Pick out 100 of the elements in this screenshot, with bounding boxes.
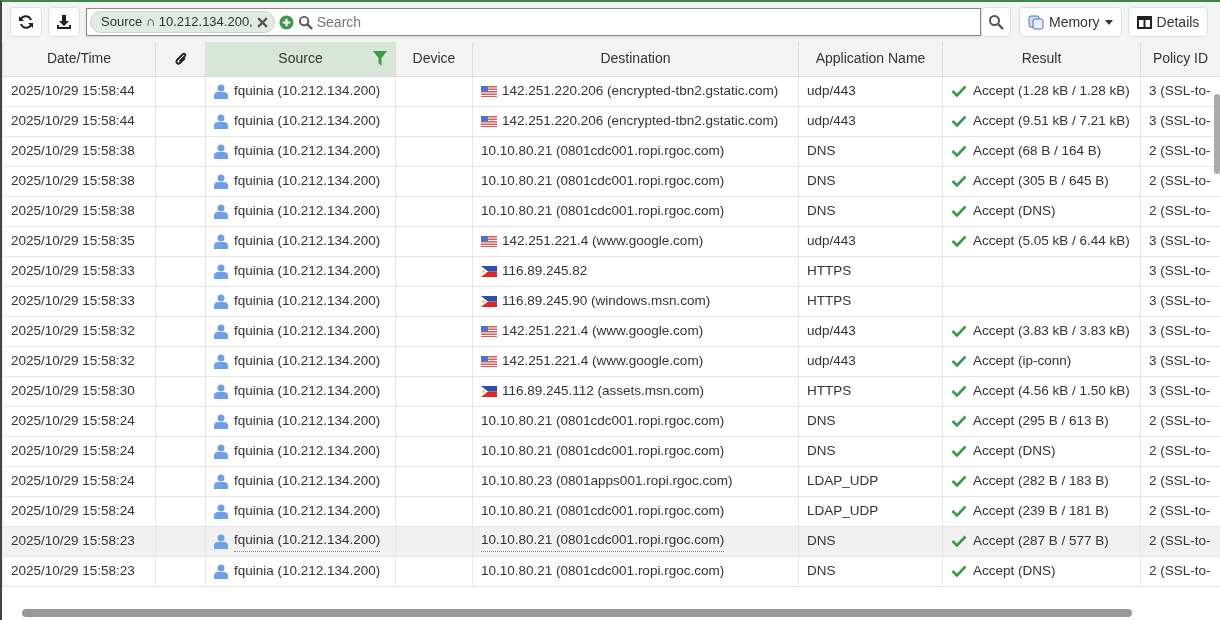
table-cell: 2025/10/29 15:58:23 xyxy=(11,562,135,578)
user-icon xyxy=(214,263,228,279)
user-icon xyxy=(214,293,228,309)
table-cell-text: Accept (287 B / 577 B) xyxy=(973,531,1109,550)
check-icon xyxy=(951,475,967,487)
filter-chip-label: Source ∩ 10.212.134.200, xyxy=(101,13,253,32)
table-cell: 2 (SSL-to- xyxy=(1149,142,1211,158)
table-row[interactable]: 2025/10/29 15:58:44 fquinia (10.212.134.200) 142.251.220.206 (encrypted-tbn2.gstatic.com) udp/443 Accept (1.28 kB / 1.28 kB) 3 (SSL-to- xyxy=(2,76,1220,106)
table-row[interactable]: 2025/10/29 15:58:32 fquinia (10.212.134.200) 142.251.221.4 (www.google.com) udp/443 Accept (3.83 kB / 3.83 kB) 3 (SSL-to- xyxy=(2,316,1220,346)
striped-flag-icon xyxy=(481,85,497,97)
table-cell-text: Accept (3.83 kB / 3.83 kB) xyxy=(973,321,1130,340)
table-row[interactable]: 2025/10/29 15:58:24 fquinia (10.212.134.200) 10.10.80.23 (0801apps001.ropi.rgoc.com) LDAP_UDP Accept (282 B / 183 B) 2 (SSL-to- xyxy=(2,466,1220,496)
table-cell: 2025/10/29 15:58:33 xyxy=(11,292,135,308)
table-cell: 2025/10/29 15:58:24 xyxy=(11,502,135,518)
user-icon xyxy=(214,83,228,99)
table-cell: 2025/10/29 15:58:38 xyxy=(11,172,135,188)
close-icon[interactable] xyxy=(256,16,268,28)
table-cell: 2025/10/29 15:58:32 xyxy=(11,322,135,338)
table-cell: DNS xyxy=(807,532,836,548)
table-row[interactable]: 2025/10/29 15:58:30 fquinia (10.212.134.200) 116.89.245.112 (assets.msn.com) HTTPS Accept (4.56 kB / 1.50 kB) 3 (SSL-to- xyxy=(2,376,1220,406)
filter-icon[interactable] xyxy=(373,51,387,66)
table-cell-text: Accept (305 B / 645 B) xyxy=(973,171,1109,190)
vertical-scrollbar[interactable] xyxy=(1214,94,1220,174)
details-button[interactable]: Details xyxy=(1127,7,1209,37)
filter-chip[interactable]: Source ∩ 10.212.134.200, xyxy=(90,11,275,33)
check-icon xyxy=(951,85,967,97)
table-cell: udp/443 xyxy=(807,112,856,128)
user-icon xyxy=(214,563,228,579)
table-cell[interactable]: 116.89.245.82 xyxy=(502,260,588,282)
add-filter-icon[interactable] xyxy=(278,14,294,30)
user-icon xyxy=(214,533,228,549)
table-row[interactable]: 2025/10/29 15:58:24 fquinia (10.212.134.200) 10.10.80.21 (0801cdc001.ropi.rgoc.com) DNS Accept (DNS) 2 (SSL-to- xyxy=(2,436,1220,466)
striped-flag-icon xyxy=(481,115,497,127)
column-header[interactable]: Source xyxy=(278,50,323,67)
search-field[interactable]: Source ∩ 10.212.134.200, Search xyxy=(86,8,981,36)
table-cell: DNS xyxy=(807,562,836,578)
memory-button[interactable]: Memory xyxy=(1019,7,1122,37)
table-cell: LDAP_UDP xyxy=(807,502,879,518)
column-header[interactable]: Result xyxy=(1021,50,1062,67)
user-icon xyxy=(214,113,228,129)
table-row[interactable]: 2025/10/29 15:58:33 fquinia (10.212.134.200) 116.89.245.82 HTTPS 3 (SSL-to- xyxy=(2,256,1220,286)
caret-icon xyxy=(1104,19,1113,25)
check-icon xyxy=(951,145,967,157)
table-cell: udp/443 xyxy=(807,232,856,248)
table-cell: 2 (SSL-to- xyxy=(1149,202,1211,218)
column-header[interactable]: Destination xyxy=(600,50,671,67)
table-cell: 3 (SSL-to- xyxy=(1149,82,1211,98)
table-row[interactable]: 2025/10/29 15:58:24 fquinia (10.212.134.200) 10.10.80.21 (0801cdc001.ropi.rgoc.com) LDAP_UDP Accept (239 B / 181 B) 2 (SSL-to- xyxy=(2,496,1220,526)
table-cell: 2 (SSL-to- xyxy=(1149,472,1211,488)
user-icon xyxy=(214,323,228,339)
search-icon xyxy=(297,14,313,30)
user-icon xyxy=(214,503,228,519)
table-row[interactable]: 2025/10/29 15:58:35 fquinia (10.212.134.200) 142.251.221.4 (www.google.com) udp/443 Accept (5.05 kB / 6.44 kB) 3 (SSL-to- xyxy=(2,226,1220,256)
table-row[interactable]: 2025/10/29 15:58:23 fquinia (10.212.134.200) 10.10.80.21 (0801cdc001.ropi.rgoc.com) DNS Accept (DNS) 2 (SSL-to- xyxy=(2,556,1220,586)
table-cell: 3 (SSL-to- xyxy=(1149,292,1211,308)
horizontal-scrollbar[interactable] xyxy=(22,609,1132,617)
table-cell-text: Accept (ip-conn) xyxy=(973,351,1072,370)
check-icon xyxy=(951,205,967,217)
table-cell: DNS xyxy=(807,202,836,218)
search-button[interactable] xyxy=(981,7,1011,37)
refresh-button[interactable] xyxy=(10,7,42,37)
table-cell: 2025/10/29 15:58:23 xyxy=(11,532,135,548)
table-cell: DNS xyxy=(807,172,836,188)
table-cell: 2 (SSL-to- xyxy=(1149,502,1211,518)
check-icon xyxy=(951,325,967,337)
check-icon xyxy=(951,415,967,427)
table-cell-text: Accept (295 B / 613 B) xyxy=(973,411,1109,430)
table-row[interactable]: 2025/10/29 15:58:32 fquinia (10.212.134.200) 142.251.221.4 (www.google.com) udp/443 Accept (ip-conn) 3 (SSL-to- xyxy=(2,346,1220,376)
table-row[interactable]: 2025/10/29 15:58:24 fquinia (10.212.134.200) 10.10.80.21 (0801cdc001.ropi.rgoc.com) DNS Accept (295 B / 613 B) 2 (SSL-to- xyxy=(2,406,1220,436)
table-cell: DNS xyxy=(807,412,836,428)
check-icon xyxy=(951,235,967,247)
table-cell: 2 (SSL-to- xyxy=(1149,562,1211,578)
table-cell: 2025/10/29 15:58:38 xyxy=(11,202,135,218)
refresh-icon xyxy=(18,14,34,30)
table-cell-text: Accept (239 B / 181 B) xyxy=(973,501,1109,520)
columns-icon xyxy=(1136,15,1152,29)
table-cell: 2025/10/29 15:58:30 xyxy=(11,382,135,398)
download-button[interactable] xyxy=(48,7,80,37)
table-row[interactable]: 2025/10/29 15:58:23 fquinia (10.212.134.200) 10.10.80.21 (0801cdc001.ropi.rgoc.com) DNS Accept (287 B / 577 B) 2 (SSL-to- xyxy=(2,526,1220,556)
table-row[interactable]: 2025/10/29 15:58:33 fquinia (10.212.134.200) 116.89.245.90 (windows.msn.com) HTTPS 3 (SSL-to- xyxy=(2,286,1220,316)
table-cell: HTTPS xyxy=(807,262,852,278)
table-cell: 2025/10/29 15:58:32 xyxy=(11,352,135,368)
table-cell-text: Accept (5.05 kB / 6.44 kB) xyxy=(973,231,1130,250)
download-icon xyxy=(56,14,72,30)
user-icon xyxy=(214,143,228,159)
paperclip-icon xyxy=(173,51,188,68)
table-cell-text: Accept (4.56 kB / 1.50 kB) xyxy=(973,381,1130,400)
striped-flag-icon xyxy=(481,325,497,337)
search-icon xyxy=(988,14,1004,30)
triangle-flag-icon xyxy=(481,265,497,277)
check-icon xyxy=(951,535,967,547)
table-cell: 2 (SSL-to- xyxy=(1149,532,1211,548)
table-row[interactable]: 2025/10/29 15:58:38 fquinia (10.212.134.200) 10.10.80.21 (0801cdc001.ropi.rgoc.com) DNS Accept (DNS) 2 (SSL-to- xyxy=(2,196,1220,226)
striped-flag-icon xyxy=(481,235,497,247)
check-icon xyxy=(951,175,967,187)
table-row[interactable]: 2025/10/29 15:58:38 fquinia (10.212.134.200) 10.10.80.21 (0801cdc001.ropi.rgoc.com) DNS Accept (305 B / 645 B) 2 (SSL-to- xyxy=(2,166,1220,196)
table-cell: 3 (SSL-to- xyxy=(1149,322,1211,338)
table-cell: 2025/10/29 15:58:35 xyxy=(11,232,135,248)
table-cell-text: Accept (9.51 kB / 7.21 kB) xyxy=(973,111,1130,130)
table-cell: 3 (SSL-to- xyxy=(1149,232,1211,248)
